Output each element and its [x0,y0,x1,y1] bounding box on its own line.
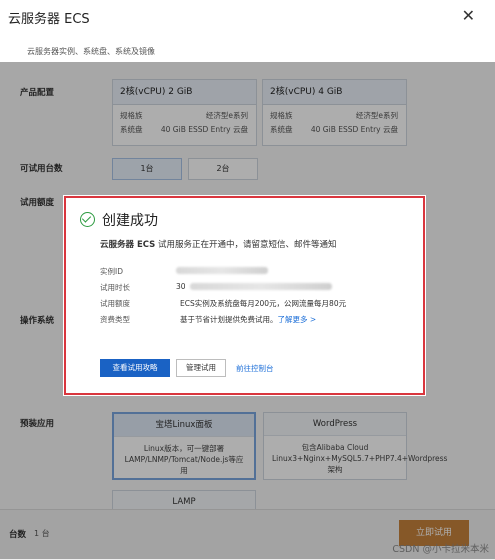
learn-more-link[interactable]: 了解更多 > [278,315,317,324]
close-icon[interactable]: ✕ [462,6,475,25]
view-guide-button[interactable]: 查看试用攻略 [100,359,170,377]
go-console-link[interactable]: 前往控制台 [236,363,274,374]
check-circle-icon [80,212,95,227]
title-bar: 云服务器 ECS ✕ [0,0,495,34]
page-subtitle: 云服务器实例、系统盘、系统及镜像 [27,47,155,56]
success-dialog: 创建成功 云服务器 ECS 试用服务正在开通中，请留意短信、邮件等通知 实例ID… [64,196,425,395]
duration-value: 30 [176,282,186,291]
watermark: CSDN @小卡拉米本米 [392,544,489,555]
duration-redacted [190,283,332,290]
pricing-label: 资费类型 [100,315,130,324]
message-text: 试用服务正在开通中，请留意短信、邮件等通知 [155,240,337,250]
quota-row-label: 试用额度 [100,299,130,308]
product-name: 云服务器 ECS [100,240,156,250]
instance-id-label: 实例ID [100,267,123,276]
manage-trial-button[interactable]: 管理试用 [176,359,226,377]
page-title: 云服务器 ECS [8,12,90,27]
duration-label: 试用时长 [100,283,130,292]
dialog-title: 创建成功 [102,213,158,229]
pricing-value: 基于节省计划提供免费试用。了解更多 > [180,314,316,325]
quota-row-value: ECS实例及系统盘每月200元，公网流量每月80元 [180,299,347,308]
dialog-message: 云服务器 ECS 试用服务正在开通中，请留意短信、邮件等通知 [100,238,337,250]
pricing-text: 基于节省计划提供免费试用。 [180,315,278,324]
instance-id-redacted [176,267,268,274]
